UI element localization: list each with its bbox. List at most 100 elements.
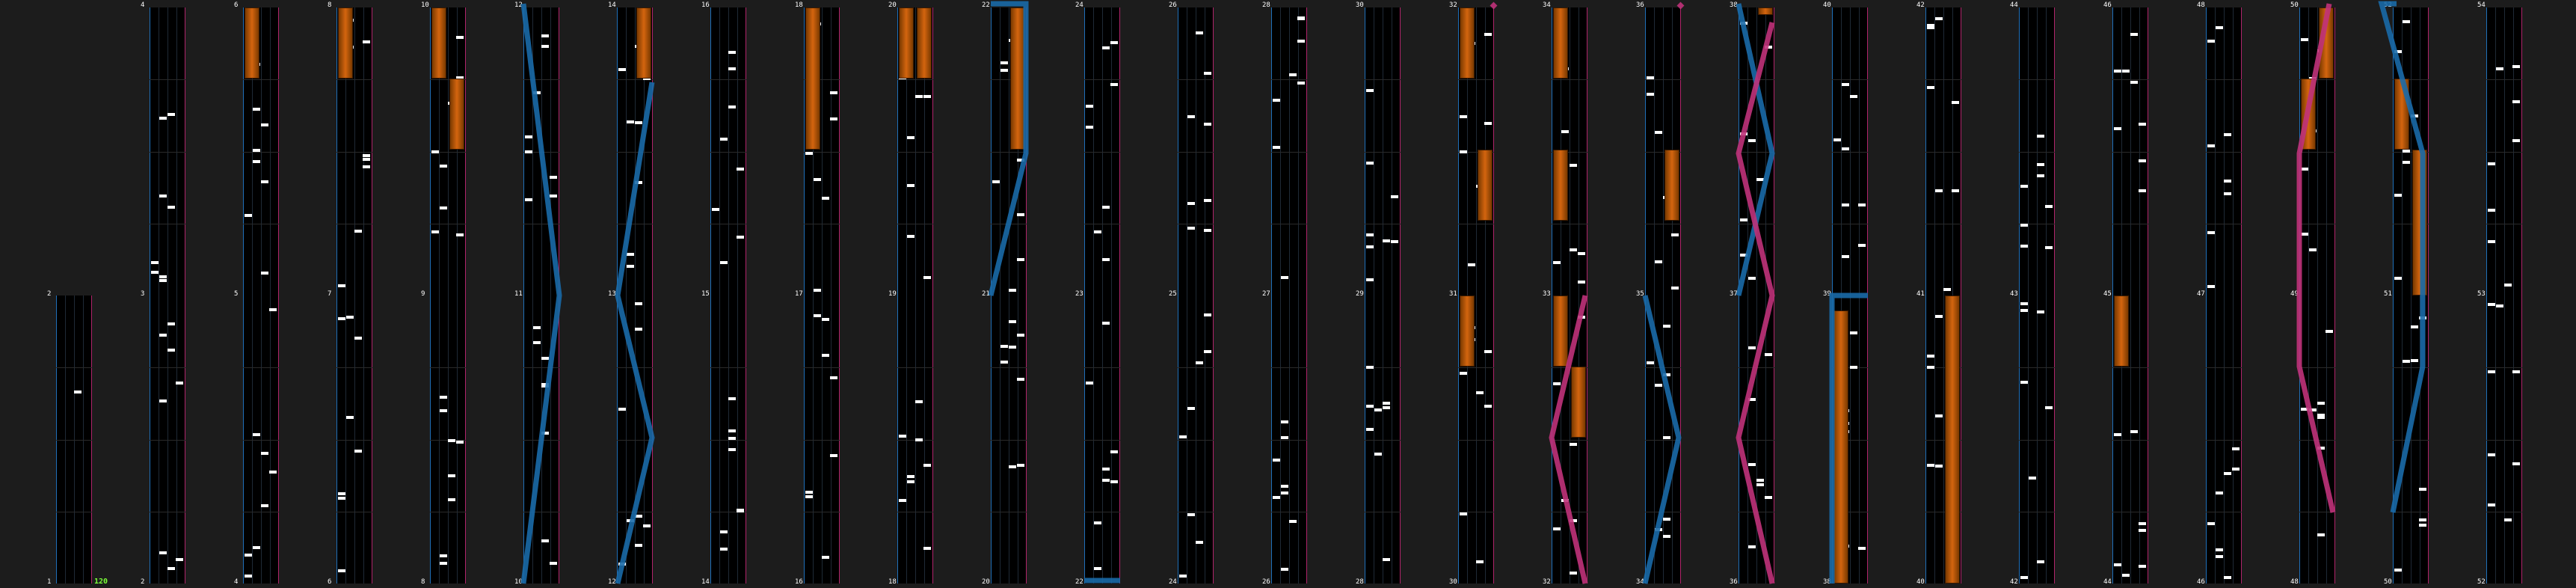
chip-note: [431, 230, 439, 233]
chip-note: [533, 326, 541, 329]
chip-note: [1935, 189, 1943, 192]
measure-top-36: [1645, 7, 1681, 295]
chip-note: [822, 318, 829, 321]
chip-note: [525, 135, 532, 138]
chip-note: [1102, 258, 1110, 261]
chip-note: [1366, 162, 1374, 165]
hold-note: [245, 7, 259, 79]
chip-note: [2216, 491, 2223, 494]
chip-note: [1187, 202, 1195, 205]
chip-note: [2037, 310, 2044, 313]
measure-mid-29: [1365, 295, 1401, 584]
chip-note: [2317, 402, 2325, 405]
chip-note: [2309, 408, 2317, 411]
chip-note: [618, 563, 626, 566]
chip-note: [907, 136, 914, 139]
measure-number: 48: [2197, 1, 2205, 9]
chip-note: [167, 567, 175, 570]
chip-note: [830, 454, 837, 457]
measure-number: 30: [1449, 578, 1457, 586]
chip-note: [1086, 105, 1093, 108]
chip-note: [456, 233, 464, 236]
measure-mid-33: [1552, 295, 1587, 584]
measure-number: 10: [421, 1, 429, 9]
measure-number: 20: [982, 578, 990, 586]
chip-note: [2394, 569, 2402, 572]
measure-number: 31: [1449, 290, 1457, 298]
chip-note: [1102, 322, 1110, 325]
measure-top-10: [430, 7, 466, 295]
chip-note: [1094, 521, 1101, 524]
chip-note: [1391, 195, 1398, 198]
chip-note: [2512, 65, 2520, 68]
measure-number: 7: [328, 290, 332, 298]
chip-note: [1000, 361, 1008, 364]
chip-note: [2114, 433, 2121, 436]
chip-note: [1383, 402, 1390, 405]
measure-number: 21: [982, 290, 990, 298]
chip-note: [1935, 17, 1943, 20]
measure-number: 25: [1169, 290, 1177, 298]
hold-note: [899, 7, 914, 79]
chip-note: [1748, 139, 1756, 142]
chip-note: [1553, 527, 1561, 530]
chip-note: [2411, 114, 2418, 117]
chip-note: [635, 328, 642, 331]
chip-note: [1476, 560, 1484, 563]
hold-note: [1553, 150, 1568, 221]
chip-note: [1366, 89, 1374, 92]
chip-note: [1655, 260, 1662, 263]
measure-number: 40: [1823, 1, 1831, 9]
chip-note: [533, 91, 541, 94]
chip-note: [2496, 67, 2503, 70]
chip-note: [1850, 366, 1857, 369]
chip-note: [2139, 159, 2146, 162]
measure-number: 44: [2010, 1, 2018, 9]
chip-note: [1858, 547, 1866, 550]
chip-note: [1570, 519, 1577, 522]
measure-top-48: [2206, 7, 2242, 295]
chip-note: [354, 230, 362, 233]
chip-note: [1204, 350, 1211, 353]
measure-mid-17: [804, 295, 840, 584]
chip-note: [830, 117, 837, 120]
measure-top-50: [2299, 7, 2335, 295]
chip-note: [805, 495, 813, 498]
chip-note: [550, 562, 557, 565]
chip-note: [1943, 288, 1951, 291]
chip-note: [728, 437, 736, 440]
chip-note: [338, 284, 345, 287]
chip-note: [159, 275, 167, 278]
measure-mid-43: [2019, 295, 2055, 584]
chip-note: [1842, 83, 1849, 86]
chip-note: [1765, 46, 1772, 49]
chip-note: [1297, 40, 1305, 43]
chip-note: [2020, 302, 2028, 305]
chip-note: [363, 158, 370, 161]
chip-note: [2122, 70, 2130, 73]
chip-note: [346, 416, 354, 419]
chip-note: [822, 556, 829, 559]
measure-number: 16: [795, 578, 803, 586]
measure-top-6: [243, 7, 279, 295]
chip-note: [1000, 69, 1008, 72]
chip-note: [627, 253, 634, 256]
chip-note: [525, 198, 532, 201]
chip-note: [338, 492, 345, 495]
measure-number: 39: [1823, 290, 1831, 298]
chip-note: [728, 51, 736, 54]
chip-note: [1374, 453, 1382, 456]
measure-number: 42: [2010, 578, 2018, 586]
measure-number: 18: [795, 1, 803, 9]
measure-number: 28: [1262, 1, 1270, 9]
chip-note: [907, 235, 914, 238]
chip-note: [1187, 115, 1195, 118]
chip-note: [2037, 163, 2044, 166]
chip-note: [2130, 430, 2138, 433]
chip-note: [541, 539, 549, 542]
chip-note: [1281, 491, 1288, 494]
measure-mid-31: [1458, 295, 1494, 584]
measure-number: 38: [1823, 578, 1831, 586]
measure-number: 48: [2290, 578, 2299, 586]
chip-note: [2403, 360, 2410, 363]
